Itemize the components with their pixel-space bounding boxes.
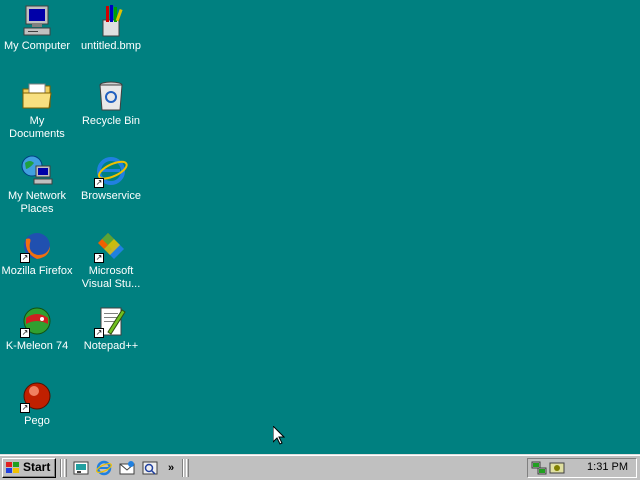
recycle-bin-icon — [94, 79, 128, 113]
icon-label: My Network Places — [0, 190, 74, 216]
windows-logo-icon — [6, 462, 19, 473]
k-meleon-icon: ↗ — [20, 304, 54, 338]
mouse-cursor-icon — [273, 426, 285, 445]
icon-label: Notepad++ — [74, 340, 148, 353]
shortcut-arrow-icon: ↗ — [94, 178, 104, 188]
taskbar: Start » 1:31 PM — [0, 454, 640, 480]
start-label: Start — [23, 460, 51, 474]
browservice-desktop-icon[interactable]: ↗ Browservice — [74, 150, 148, 203]
pego-desktop-icon[interactable]: ↗ Pego — [0, 375, 74, 428]
task-area-grip[interactable] — [186, 459, 189, 477]
firefox-icon: ↗ — [20, 229, 54, 263]
shortcut-arrow-icon: ↗ — [94, 253, 104, 263]
taskbar-separator — [182, 459, 184, 477]
quick-launch-grip[interactable] — [64, 459, 67, 477]
icon-label: Mozilla Firefox — [0, 265, 74, 278]
mozilla-firefox-desktop-icon[interactable]: ↗ Mozilla Firefox — [0, 225, 74, 278]
clock[interactable]: 1:31 PM — [587, 461, 628, 473]
icon-label: Microsoft Visual Stu... — [74, 265, 148, 291]
icon-label: Browservice — [74, 190, 148, 203]
folder-icon — [20, 79, 54, 113]
shortcut-arrow-icon: ↗ — [20, 328, 30, 338]
network-connection-icon[interactable] — [531, 461, 547, 475]
pego-icon: ↗ — [20, 379, 54, 413]
recycle-bin-desktop-icon[interactable]: Recycle Bin — [74, 75, 148, 128]
start-button[interactable]: Start — [2, 458, 56, 478]
k-meleon-desktop-icon[interactable]: ↗ K-Meleon 74 — [0, 300, 74, 353]
my-documents-desktop-icon[interactable]: My Documents — [0, 75, 74, 141]
paint-brushes-icon — [94, 4, 128, 38]
visual-studio-icon: ↗ — [94, 229, 128, 263]
taskbar-separator — [60, 459, 62, 477]
quick-launch-overflow-button[interactable]: » — [168, 460, 178, 476]
computer-icon — [20, 4, 54, 38]
shortcut-arrow-icon: ↗ — [94, 328, 104, 338]
shortcut-arrow-icon: ↗ — [20, 403, 30, 413]
network-icon — [20, 154, 54, 188]
shortcut-arrow-icon: ↗ — [20, 253, 30, 263]
notepad-icon: ↗ — [94, 304, 128, 338]
notepad-plus-plus-desktop-icon[interactable]: ↗ Notepad++ — [74, 300, 148, 353]
desktop[interactable]: My Computer untitled.bmp My Documents Re… — [0, 0, 640, 454]
microsoft-visual-studio-desktop-icon[interactable]: ↗ Microsoft Visual Stu... — [74, 225, 148, 291]
icon-label: My Computer — [0, 40, 74, 53]
my-computer-desktop-icon[interactable]: My Computer — [0, 0, 74, 53]
icon-label: Pego — [0, 415, 74, 428]
icon-label: K-Meleon 74 — [0, 340, 74, 353]
untitled-bmp-desktop-icon[interactable]: untitled.bmp — [74, 0, 148, 53]
show-desktop-icon[interactable] — [72, 460, 90, 476]
icon-label: My Documents — [0, 115, 74, 141]
windows-media-icon[interactable] — [141, 460, 159, 476]
internet-explorer-icon[interactable] — [95, 460, 113, 476]
icon-label: untitled.bmp — [74, 40, 148, 53]
internet-explorer-icon: ↗ — [94, 154, 128, 188]
my-network-places-desktop-icon[interactable]: My Network Places — [0, 150, 74, 216]
system-tray: 1:31 PM — [527, 458, 637, 478]
icon-label: Recycle Bin — [74, 115, 148, 128]
tray-app-icon[interactable] — [549, 461, 565, 475]
outlook-express-icon[interactable] — [118, 460, 136, 476]
